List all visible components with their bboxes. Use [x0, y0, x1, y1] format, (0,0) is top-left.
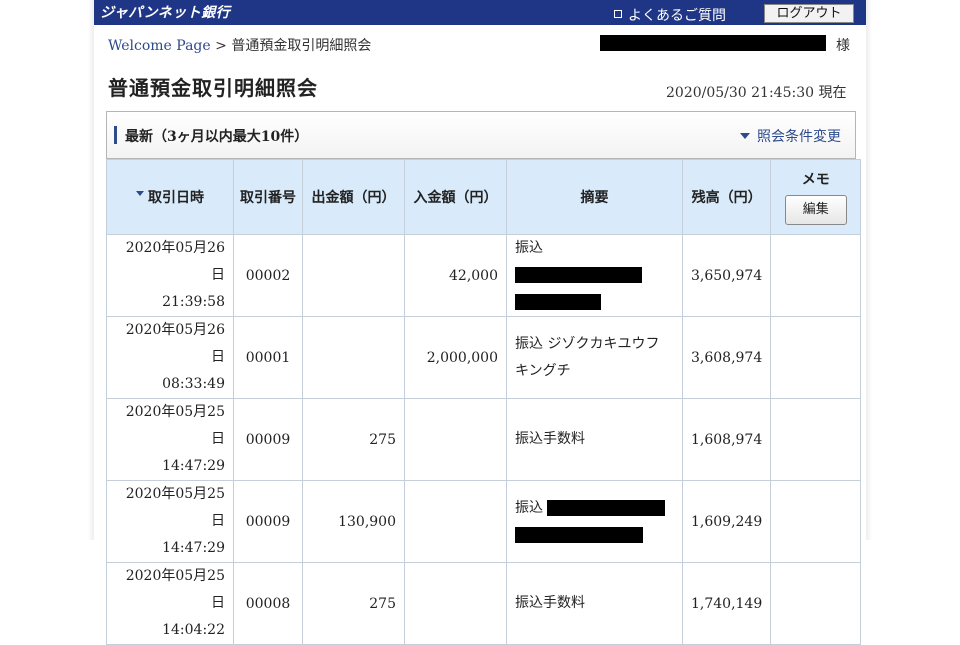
cell-memo — [770, 562, 862, 645]
cell-memo — [770, 234, 862, 317]
panel-accent-bar — [114, 126, 117, 144]
logout-button[interactable]: ログアウト — [764, 4, 854, 23]
cell-deposit: 42,000 — [404, 234, 507, 317]
col-memo-label: メモ — [801, 172, 830, 188]
cell-date-day: 2020年05月25日 — [125, 486, 225, 529]
cell-memo — [770, 398, 862, 481]
bullet-icon — [614, 10, 622, 18]
cell-date-time: 14:47:29 — [162, 540, 225, 556]
redacted-block — [515, 526, 643, 543]
cell-number: 00009 — [233, 480, 303, 563]
breadcrumb-home-link[interactable]: Welcome Page — [108, 38, 211, 54]
table-row: 2020年05月25日 14:47:29 00009 275 振込手数料 1,60… — [106, 398, 862, 481]
col-withdrawal-header: 出金額（円） — [302, 159, 405, 235]
cell-memo — [770, 316, 862, 399]
cell-date: 2020年05月25日 14:04:22 — [106, 562, 234, 645]
page-shadow-right — [866, 0, 872, 540]
redacted-block — [547, 499, 666, 516]
cell-withdrawal: 275 — [302, 562, 405, 645]
redacted-block — [515, 294, 601, 310]
cell-balance: 3,650,974 — [681, 234, 772, 317]
timestamp-suffix: 現在 — [818, 85, 847, 101]
cell-date: 2020年05月26日 21:39:58 — [106, 234, 234, 317]
cell-description: 振込 ジゾクカキユウフ キングチ — [506, 316, 683, 399]
cell-description-line2: キングチ — [515, 362, 571, 379]
col-date-label: 取引日時 — [148, 190, 204, 206]
cell-description: 振込 — [506, 480, 683, 563]
cell-number: 00002 — [233, 234, 303, 317]
transactions-table: 取引日時 取引番号 出金額（円） 入金額（円） 摘要 残高（円） メモ 編集 2… — [106, 159, 862, 645]
cell-date: 2020年05月25日 14:47:29 — [106, 480, 234, 563]
col-balance-header: 残高（円） — [681, 159, 772, 235]
col-number-header: 取引番号 — [233, 159, 303, 235]
cell-withdrawal — [302, 316, 405, 399]
cell-date-time: 14:04:22 — [162, 622, 225, 638]
faq-link[interactable]: よくあるご質問 — [614, 5, 726, 25]
cell-number: 00009 — [233, 398, 303, 481]
honorific: 様 — [836, 38, 850, 54]
table-row: 2020年05月26日 21:39:58 00002 42,000 振込 3,65… — [106, 234, 862, 317]
cell-memo — [770, 480, 862, 563]
cell-withdrawal: 130,900 — [302, 480, 405, 563]
redacted-user-name — [600, 35, 826, 51]
table-row: 2020年05月25日 14:47:29 00009 130,900 振込 1,6… — [106, 480, 862, 563]
edit-memo-button[interactable]: 編集 — [784, 195, 847, 225]
cell-deposit — [404, 562, 507, 645]
col-description-header: 摘要 — [506, 159, 683, 235]
cell-description: 振込手数料 — [506, 562, 683, 645]
cell-date: 2020年05月25日 14:47:29 — [106, 398, 234, 481]
breadcrumb-separator: > — [215, 38, 227, 54]
cell-description-line1: 振込 ジゾクカキユウフ — [515, 335, 660, 352]
col-deposit-header: 入金額（円） — [404, 159, 507, 235]
cell-balance: 1,608,974 — [681, 398, 772, 481]
change-condition-label: 照会条件変更 — [757, 129, 841, 145]
cell-balance: 3,608,974 — [681, 316, 772, 399]
cell-balance: 1,609,249 — [681, 480, 772, 563]
page: ジャパンネット銀行 よくあるご質問 ログアウト Welcome Page > 普… — [94, 0, 866, 645]
cell-description-text: 振込 — [515, 499, 543, 516]
top-bar: ジャパンネット銀行 よくあるご質問 ログアウト — [94, 0, 866, 25]
cell-date-time: 21:39:58 — [162, 294, 225, 310]
col-memo-header: メモ 編集 — [770, 159, 862, 235]
timestamp-value: 2020/05/30 21:45:30 — [666, 85, 815, 101]
cell-date-day: 2020年05月26日 — [125, 322, 225, 365]
page-title: 普通預金取引明細照会 — [108, 76, 318, 100]
cell-description: 振込手数料 — [506, 398, 683, 481]
panel-header: 最新（3ヶ月以内最大10件） 照会条件変更 — [106, 111, 856, 159]
cell-date-day: 2020年05月25日 — [125, 404, 225, 447]
cell-balance: 1,740,149 — [681, 562, 772, 645]
panel-title: 最新（3ヶ月以内最大10件） — [125, 129, 309, 145]
cell-date-day: 2020年05月26日 — [125, 240, 225, 283]
breadcrumb: Welcome Page > 普通預金取引明細照会 — [108, 35, 371, 55]
table-row: 2020年05月26日 08:33:49 00001 2,000,000 振込 ジ… — [106, 316, 862, 399]
cell-date-time: 08:33:49 — [162, 376, 225, 392]
bank-logo[interactable]: ジャパンネット銀行 — [100, 2, 230, 22]
cell-description-text: 振込 — [515, 240, 543, 256]
cell-description: 振込 — [506, 234, 683, 317]
sort-desc-icon — [136, 191, 144, 196]
cell-date: 2020年05月26日 08:33:49 — [106, 316, 234, 399]
cell-withdrawal: 275 — [302, 398, 405, 481]
cell-number: 00008 — [233, 562, 303, 645]
cell-withdrawal — [302, 234, 405, 317]
cell-date-day: 2020年05月25日 — [125, 568, 225, 611]
change-condition-link[interactable]: 照会条件変更 — [740, 126, 841, 146]
redacted-block — [515, 267, 642, 283]
cell-deposit — [404, 398, 507, 481]
cell-deposit: 2,000,000 — [404, 316, 507, 399]
triangle-down-icon — [740, 133, 750, 139]
col-date-header[interactable]: 取引日時 — [106, 159, 234, 235]
cell-date-time: 14:47:29 — [162, 458, 225, 474]
cell-deposit — [404, 480, 507, 563]
faq-label: よくあるご質問 — [628, 8, 726, 24]
table-header-row: 取引日時 取引番号 出金額（円） 入金額（円） 摘要 残高（円） メモ 編集 — [106, 159, 862, 235]
cell-number: 00001 — [233, 316, 303, 399]
timestamp: 2020/05/30 21:45:30 現在 — [666, 82, 846, 102]
breadcrumb-current: 普通預金取引明細照会 — [231, 38, 372, 54]
table-row: 2020年05月25日 14:04:22 00008 275 振込手数料 1,74… — [106, 562, 862, 645]
